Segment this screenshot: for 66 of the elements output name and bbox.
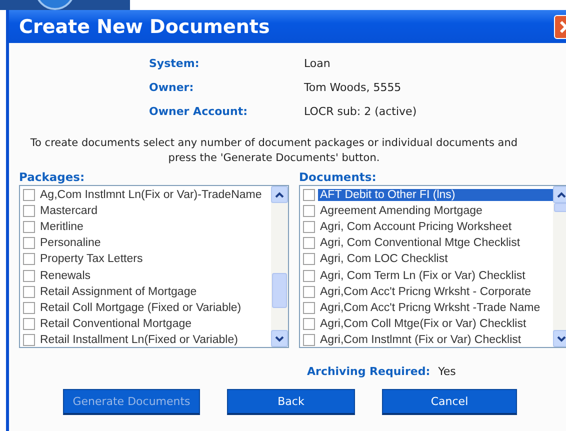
scroll-thumb[interactable] bbox=[272, 273, 287, 308]
checkbox[interactable] bbox=[303, 221, 315, 234]
list-item[interactable]: Agri, Com Account Pricing Worksheet bbox=[318, 221, 514, 234]
chevron-up-icon bbox=[557, 192, 566, 198]
scroll-up-button[interactable] bbox=[271, 186, 288, 203]
list-item[interactable]: Retail Assignment of Mortgage bbox=[38, 286, 199, 298]
list-item[interactable]: Retail Installment Ln(Fixed or Variable) bbox=[38, 334, 240, 346]
field-label: Owner Account: bbox=[149, 105, 248, 118]
list-item[interactable]: Agreement Amending Mortgage bbox=[318, 205, 484, 218]
list-item[interactable]: Agri, Com LOC Checklist bbox=[318, 253, 450, 266]
chevron-up-icon bbox=[275, 192, 284, 198]
field-label: Owner: bbox=[149, 81, 195, 94]
field-label: System: bbox=[149, 57, 200, 70]
checkbox[interactable] bbox=[303, 270, 315, 282]
field-value: LOCR sub: 2 (active) bbox=[304, 105, 418, 118]
list-item[interactable]: Retail Conventional Mortgage bbox=[38, 318, 194, 330]
list-item[interactable]: Renewals bbox=[38, 270, 92, 282]
dialog-button[interactable]: Back bbox=[227, 389, 355, 415]
scroll-down-button[interactable] bbox=[271, 330, 288, 347]
checkbox[interactable] bbox=[303, 318, 315, 330]
window-title: Create New Documents bbox=[19, 16, 270, 38]
checkbox[interactable] bbox=[303, 205, 315, 218]
list-item[interactable]: Retail Coll Mortgage (Fixed or Variable) bbox=[38, 302, 244, 314]
list-item[interactable]: Mastercard bbox=[38, 205, 100, 218]
scroll-up-button[interactable] bbox=[553, 186, 566, 203]
checkbox[interactable] bbox=[23, 189, 35, 202]
checkbox[interactable] bbox=[23, 318, 35, 330]
scroll-down-button[interactable] bbox=[553, 330, 566, 347]
chevron-down-icon bbox=[275, 336, 284, 342]
checkbox[interactable] bbox=[23, 237, 35, 250]
list-item[interactable]: Meritline bbox=[38, 221, 86, 234]
checkbox[interactable] bbox=[303, 189, 315, 202]
checkbox[interactable] bbox=[23, 221, 35, 234]
checkbox[interactable] bbox=[303, 237, 315, 250]
checkbox[interactable] bbox=[23, 302, 35, 314]
list-item[interactable]: Agri, Com Term Ln (Fix or Var) Checklist bbox=[318, 270, 528, 282]
field-value: Yes bbox=[438, 365, 456, 378]
chevron-down-icon bbox=[557, 336, 566, 342]
checkbox[interactable] bbox=[23, 253, 35, 266]
field-label: Archiving Required: bbox=[307, 365, 430, 378]
field-value: Tom Woods, 5555 bbox=[304, 81, 402, 94]
instructions-text: To create documents select any number of document packages or individual documents and press the 'Generate Documents' button. bbox=[29, 136, 519, 166]
list-item[interactable]: Ag,Com Instlmnt Ln(Fix or Var)-TradeName bbox=[38, 189, 264, 202]
list-item[interactable]: Agri,Com Acc't Pricng Wrksht - Corporate bbox=[318, 286, 533, 298]
list-item[interactable]: Agri,Com Coll Mtge(Fix or Var) Checklist bbox=[318, 318, 528, 330]
list-item[interactable]: Agri,Com Instlmnt (Fix or Var) Checklist bbox=[318, 334, 524, 346]
list-label: Documents: bbox=[299, 170, 378, 184]
checkbox[interactable] bbox=[23, 286, 35, 298]
checkbox[interactable] bbox=[303, 302, 315, 314]
checkbox[interactable] bbox=[23, 205, 35, 218]
dialog-button[interactable]: Cancel bbox=[382, 389, 517, 415]
checkbox[interactable] bbox=[303, 334, 315, 346]
field-value: Loan bbox=[304, 57, 332, 70]
checkbox[interactable] bbox=[303, 253, 315, 266]
checkbox[interactable] bbox=[23, 270, 35, 282]
list-label: Packages: bbox=[19, 170, 86, 184]
list-item[interactable]: Agri, Com Conventional Mtge Checklist bbox=[318, 237, 522, 250]
checkbox[interactable] bbox=[303, 286, 315, 298]
scrollbar[interactable] bbox=[553, 186, 566, 347]
scrollbar[interactable] bbox=[271, 186, 288, 347]
checkbox[interactable] bbox=[23, 334, 35, 346]
scroll-thumb[interactable] bbox=[554, 203, 566, 212]
list-item[interactable]: AFT Debit to Other FI (lns) bbox=[318, 189, 553, 202]
list-item[interactable]: Personaline bbox=[38, 237, 103, 250]
list-item[interactable]: Property Tax Letters bbox=[38, 253, 145, 266]
list-item[interactable]: Agri,Com Acc't Pricng Wrksht -Trade Name bbox=[318, 302, 542, 314]
